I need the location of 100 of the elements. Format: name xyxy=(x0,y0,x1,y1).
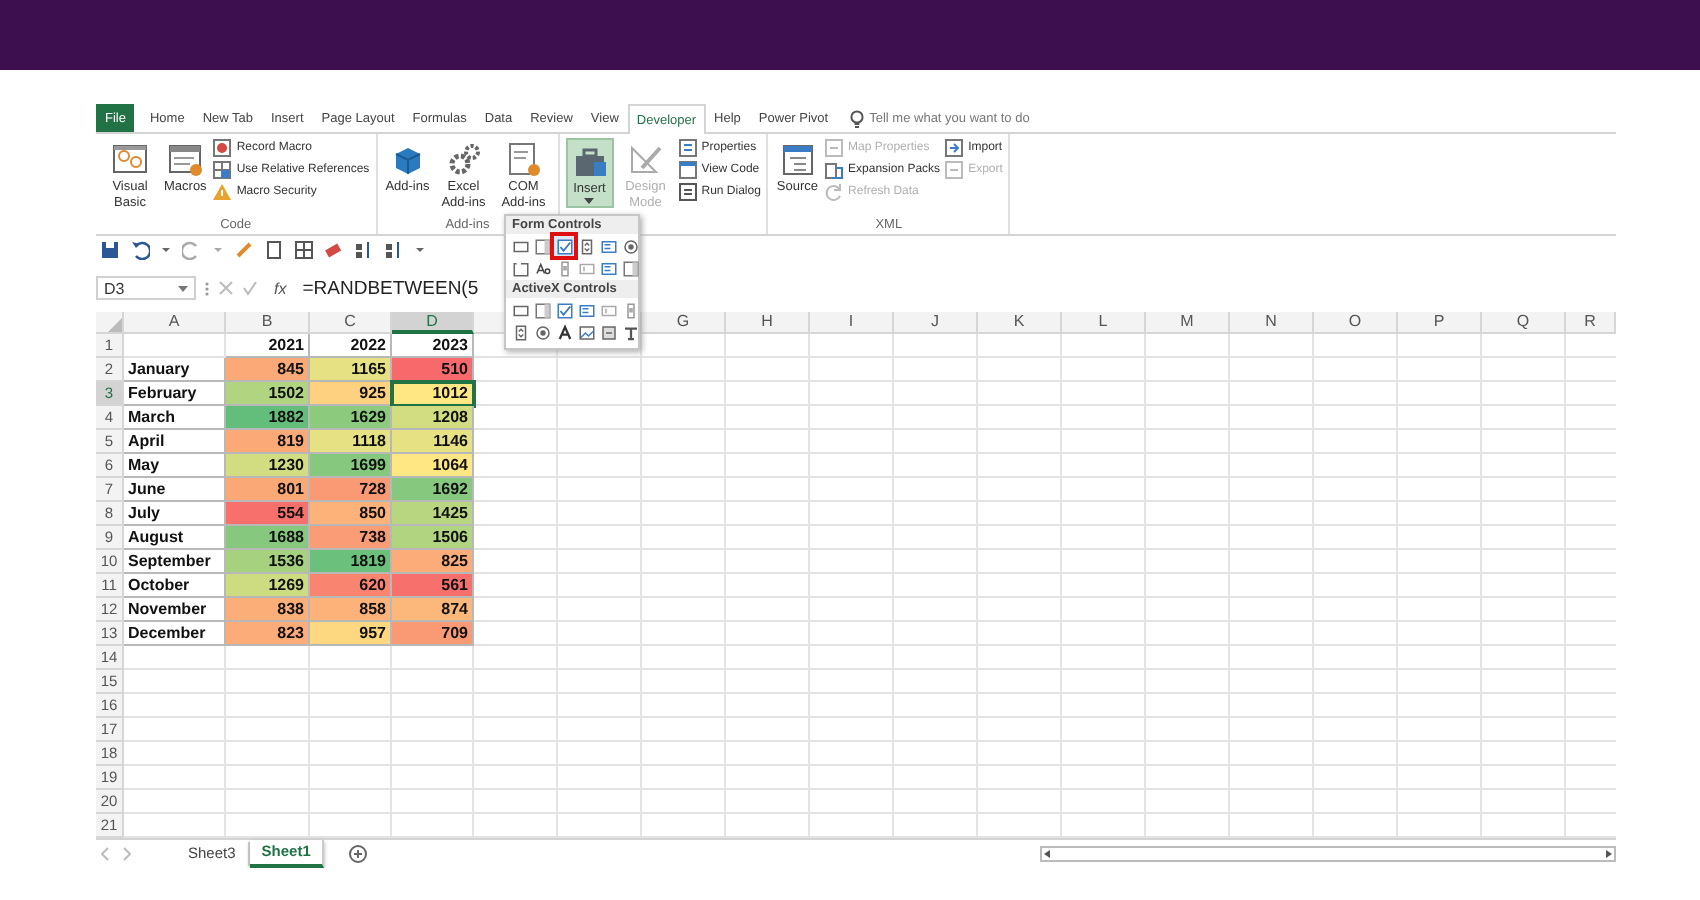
label-icon[interactable] xyxy=(532,258,552,278)
column-header[interactable]: C xyxy=(310,312,392,334)
column-header[interactable]: N xyxy=(1230,312,1314,334)
table-cell: 1819 xyxy=(310,550,392,574)
table-cell: 510 xyxy=(392,358,474,382)
table-cell: 1208 xyxy=(392,406,474,430)
table-cell: 1692 xyxy=(392,478,474,502)
grip-icon xyxy=(204,279,210,297)
table-cell: 801 xyxy=(226,478,310,502)
table-cell: 554 xyxy=(226,502,310,526)
column-header[interactable]: K xyxy=(978,312,1062,334)
lightbulb-icon xyxy=(849,109,864,127)
undo-icon[interactable] xyxy=(130,240,150,260)
spin-button-icon[interactable] xyxy=(576,236,596,256)
column-header[interactable]: G xyxy=(642,312,726,334)
macro-list-icon xyxy=(165,140,206,180)
table-cell: 1502 xyxy=(226,382,310,406)
spin-button-icon[interactable] xyxy=(510,322,530,342)
table-cell: 709 xyxy=(392,622,474,646)
table-cell: 838 xyxy=(226,598,310,622)
sort-ascending-icon[interactable] xyxy=(354,240,374,260)
push-button-icon[interactable] xyxy=(510,300,530,320)
checkbox-icon[interactable] xyxy=(554,236,574,256)
table-cell: 957 xyxy=(310,622,392,646)
table-cell: 1146 xyxy=(392,430,474,454)
combo-box-icon[interactable] xyxy=(620,258,640,278)
table-cell: 1269 xyxy=(226,574,310,598)
table-cell: 858 xyxy=(310,598,392,622)
table-cell: 825 xyxy=(392,550,474,574)
column-header[interactable]: B xyxy=(226,312,310,334)
column-header[interactable]: L xyxy=(1062,312,1146,334)
table-cell: 819 xyxy=(226,430,310,454)
list-box-icon[interactable] xyxy=(598,258,618,278)
caret-icon xyxy=(178,285,188,291)
option-button-icon[interactable] xyxy=(532,322,552,342)
image-icon[interactable] xyxy=(576,322,596,342)
table-cell: 925 xyxy=(310,382,392,406)
tools-icon[interactable] xyxy=(620,322,640,342)
toggle-button-icon[interactable] xyxy=(598,322,618,342)
record-icon xyxy=(212,138,233,158)
column-header[interactable]: O xyxy=(1314,312,1398,334)
label-icon[interactable] xyxy=(554,322,574,342)
borders-icon[interactable] xyxy=(294,240,314,260)
table-cell: 1699 xyxy=(310,454,392,478)
corner-triangle-icon xyxy=(106,316,122,332)
checkbox-icon[interactable] xyxy=(554,300,574,320)
table-cell: 823 xyxy=(226,622,310,646)
column-header[interactable]: R xyxy=(1566,312,1616,334)
save-icon[interactable] xyxy=(100,240,120,260)
table-cell: 1882 xyxy=(226,406,310,430)
document-gear-icon xyxy=(503,140,544,180)
group-box-icon[interactable] xyxy=(510,258,530,278)
table-cell: 1230 xyxy=(226,454,310,478)
table-cell: 620 xyxy=(310,574,392,598)
table-cell: 728 xyxy=(310,478,392,502)
column-header[interactable]: I xyxy=(810,312,894,334)
list-icon xyxy=(677,138,698,158)
table-cell: 1118 xyxy=(310,430,392,454)
add-sheet-icon[interactable] xyxy=(348,844,369,864)
formula-field[interactable]: =RANDBETWEEN(5 xyxy=(302,277,479,299)
column-header[interactable]: A xyxy=(124,312,226,334)
grid-icon xyxy=(212,160,233,180)
warning-icon xyxy=(212,182,233,202)
table-cell: 1536 xyxy=(226,550,310,574)
option-button-icon[interactable] xyxy=(620,236,640,256)
push-button-icon[interactable] xyxy=(510,236,530,256)
table-cell: 850 xyxy=(310,502,392,526)
name-box[interactable]: D3 xyxy=(96,276,196,300)
dialog-icon xyxy=(677,182,698,202)
table-cell: 1425 xyxy=(392,502,474,526)
column-header[interactable]: P xyxy=(1398,312,1482,334)
document-tree-icon xyxy=(777,140,818,180)
column-header[interactable]: M xyxy=(1146,312,1230,334)
table-cell: 845 xyxy=(226,358,310,382)
table-cell: 738 xyxy=(310,526,392,550)
column-header[interactable]: Q xyxy=(1482,312,1566,334)
combo-box-icon[interactable] xyxy=(532,236,552,256)
column-header[interactable]: D xyxy=(392,312,474,334)
scroll-left-icon[interactable] xyxy=(1042,848,1054,860)
column-header[interactable]: H xyxy=(726,312,810,334)
table-cell: 1688 xyxy=(226,526,310,550)
brush-icon[interactable] xyxy=(234,240,254,260)
list-box-icon[interactable] xyxy=(576,300,596,320)
document-icon[interactable] xyxy=(264,240,284,260)
text-field-icon[interactable] xyxy=(576,258,596,278)
list-box-icon[interactable] xyxy=(598,236,618,256)
text-field-icon[interactable] xyxy=(598,300,618,320)
table-cell: 1012 xyxy=(392,382,474,406)
insert-function-button[interactable]: fx xyxy=(266,279,295,297)
import-icon xyxy=(944,138,965,158)
table-cell: 1629 xyxy=(310,406,392,430)
eraser-icon[interactable] xyxy=(324,240,344,260)
table-cell: 1506 xyxy=(392,526,474,550)
scroll-right-icon[interactable] xyxy=(1602,848,1614,860)
sort-descending-icon[interactable] xyxy=(384,240,404,260)
column-header[interactable]: J xyxy=(894,312,978,334)
refresh-icon xyxy=(824,182,845,202)
combo-box-icon[interactable] xyxy=(532,300,552,320)
caret-icon xyxy=(584,197,595,203)
horizontal-scrollbar[interactable] xyxy=(1040,846,1616,862)
